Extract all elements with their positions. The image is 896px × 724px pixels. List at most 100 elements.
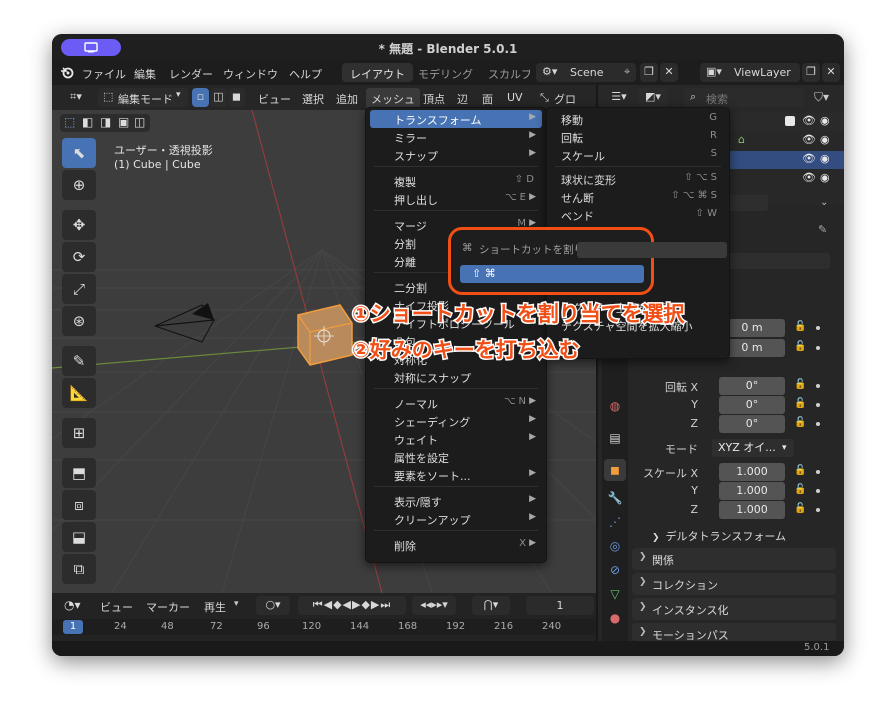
scale-z-field[interactable]: 1.000 [719, 501, 785, 519]
scene-selector[interactable]: ⚙︎▾ Scene ⌖ [536, 63, 636, 82]
menu-vertex[interactable]: 頂点 [423, 91, 445, 107]
lock-icon[interactable]: 🔓 [794, 465, 806, 476]
blender-logo-icon[interactable] [60, 65, 74, 79]
menu-global[interactable]: グロ [554, 91, 576, 107]
menu-help[interactable]: ヘルプ [289, 66, 322, 82]
select-subtract-icon[interactable]: ◨ [100, 115, 111, 129]
select-invert-icon[interactable]: ▣ [118, 115, 129, 129]
eye-icon[interactable]: 👁 [802, 114, 816, 127]
timeline-menu-marker[interactable]: マーカー [146, 599, 190, 615]
menu-edit[interactable]: 編集 [134, 66, 156, 82]
eye-icon[interactable]: 👁 [802, 133, 816, 146]
mesh-menu-item[interactable]: 削除 X ▶ [370, 536, 542, 554]
menu-render[interactable]: レンダー [169, 66, 213, 82]
mesh-menu-item[interactable]: 表示/隠す ▶ [370, 492, 542, 510]
mesh-menu-item[interactable]: 複製 ⇧ D [370, 172, 542, 190]
cursor-tool-icon[interactable]: ⊕ [62, 170, 96, 200]
menu-edge[interactable]: 辺 [457, 91, 468, 107]
transform-menu-item[interactable]: 球状に変形 ⇧ ⌥ S [551, 170, 725, 188]
keyframe-dot[interactable] [816, 384, 820, 388]
menu-window[interactable]: ウィンドウ [223, 66, 278, 82]
current-frame-field[interactable]: 1 [526, 596, 594, 615]
key-capture-field[interactable]: ⇧ ⌘ [460, 265, 644, 283]
keyframe-nav-icon[interactable]: ◂◂▸▸▾ [412, 596, 456, 615]
menu-file[interactable]: ファイル [82, 66, 126, 82]
keyframe-dot[interactable] [816, 508, 820, 512]
keyframe-dot[interactable] [816, 470, 820, 474]
eye-icon[interactable]: 👁 [802, 171, 816, 184]
mesh-menu-item[interactable]: 属性を設定 [370, 448, 542, 466]
mesh-menu-item[interactable]: ミラー ▶ [370, 128, 542, 146]
inset-tool-icon[interactable]: ⧈ [62, 490, 96, 520]
keyframe-dot[interactable] [816, 403, 820, 407]
lock-icon[interactable]: 🔓 [794, 398, 806, 409]
lock-icon[interactable]: 🔓 [794, 503, 806, 514]
scale-tool-icon[interactable]: ⤢ [62, 274, 96, 304]
outliner-type-icon[interactable]: ☰▾ [604, 88, 634, 107]
menu-select[interactable]: 選択 [302, 91, 324, 107]
eye-icon[interactable]: 👁 [802, 152, 816, 165]
transform-menu-item[interactable]: 移動 G [551, 110, 725, 128]
transform-menu-item[interactable]: 回転 R [551, 128, 725, 146]
new-scene-icon[interactable]: ❐ [640, 63, 658, 82]
collections-panel[interactable]: ❯ コレクション [632, 573, 836, 595]
tab-layout[interactable]: レイアウト [342, 63, 413, 82]
rotation-y-field[interactable]: 0° [719, 396, 785, 414]
material-tab-icon[interactable]: ● [604, 607, 626, 629]
extrude-tool-icon[interactable]: ⬒ [62, 458, 96, 488]
particles-tab-icon[interactable]: ⋰ [604, 511, 626, 533]
lock-icon[interactable]: 🔓 [794, 484, 806, 495]
tab-sculpt[interactable]: スカルプ [480, 63, 530, 82]
viewlayer-selector[interactable]: ▣▾ ViewLayer [700, 63, 800, 82]
chevron-down-icon[interactable]: ⌄ [820, 197, 828, 208]
camera-icon[interactable]: ◉ [820, 114, 830, 127]
pin-icon[interactable]: ✎ [818, 223, 827, 236]
vertex-select-icon[interactable]: ▫ [192, 88, 209, 107]
annotate-tool-icon[interactable]: ✎ [62, 346, 96, 376]
mesh-menu-item[interactable]: シェーディング ▶ [370, 412, 542, 430]
select-extend-icon[interactable]: ◧ [82, 115, 93, 129]
select-tool-icon[interactable]: ⬉ [62, 138, 96, 168]
pin-icon[interactable]: ⌖ [624, 65, 630, 79]
bevel-tool-icon[interactable]: ⬓ [62, 522, 96, 552]
camera-icon[interactable]: ◉ [820, 152, 830, 165]
filter-icon[interactable]: ⛉▾ [814, 90, 829, 105]
lock-icon[interactable]: 🔓 [794, 341, 806, 352]
select-box-icon[interactable]: ⬚ [64, 115, 75, 129]
select-mode-bar[interactable]: ⬚ ◧ ◨ ▣ ◫ [60, 114, 150, 132]
delete-viewlayer-icon[interactable]: ✕ [822, 63, 840, 82]
mesh-menu-item[interactable]: スナップ ▶ [370, 146, 542, 164]
menu-face[interactable]: 面 [482, 91, 493, 107]
modifier-tab-icon[interactable]: 🔧 [604, 487, 626, 509]
transform-menu-item[interactable]: ベンド ⇧ W [551, 206, 725, 224]
data-tab-icon[interactable]: ▽ [604, 583, 626, 605]
world-tab-icon[interactable]: ◍ [604, 395, 626, 417]
collection-tab-icon[interactable]: ▤ [604, 427, 626, 449]
keyframe-dot[interactable] [816, 346, 820, 350]
rotate-tool-icon[interactable]: ⟳ [62, 242, 96, 272]
relations-panel[interactable]: ❯ 関係 [632, 548, 836, 570]
instancing-panel[interactable]: ❯ インスタンス化 [632, 598, 836, 620]
rotation-mode-select[interactable]: XYZ オイ... ▾ [712, 439, 794, 457]
mesh-menu-item[interactable]: トランスフォーム ▶ [370, 110, 542, 128]
rotation-z-field[interactable]: 0° [719, 415, 785, 433]
edge-select-icon[interactable]: ◫ [210, 88, 227, 107]
physics-tab-icon[interactable]: ◎ [604, 535, 626, 557]
new-viewlayer-icon[interactable]: ❐ [802, 63, 820, 82]
rotation-x-field[interactable]: 0° [719, 377, 785, 395]
timeline-menu-playback[interactable]: 再生 [204, 599, 226, 615]
transform-tool-icon[interactable]: ⊛ [62, 306, 96, 336]
transform-menu-item[interactable]: せん断 ⇧ ⌥ ⌘ S [551, 188, 725, 206]
motion-paths-panel[interactable]: ❯ モーションパス [632, 623, 836, 642]
playhead[interactable]: 1 [63, 620, 83, 634]
transform-orientation-icon[interactable]: ⤡ [540, 91, 549, 105]
keyframe-dot[interactable] [816, 422, 820, 426]
object-tab-icon[interactable]: ◼ [604, 459, 626, 481]
timeline-menu-view[interactable]: ビュー [100, 599, 133, 615]
menu-view[interactable]: ビュー [258, 91, 291, 107]
keyframe-dot[interactable] [816, 489, 820, 493]
snap-icon[interactable]: ⋂▾ [472, 596, 510, 615]
camera-icon[interactable]: ◉ [820, 171, 830, 184]
loopcut-tool-icon[interactable]: ⧉ [62, 554, 96, 584]
delta-transform-panel[interactable]: ❯ デルタトランスフォーム [652, 528, 786, 544]
